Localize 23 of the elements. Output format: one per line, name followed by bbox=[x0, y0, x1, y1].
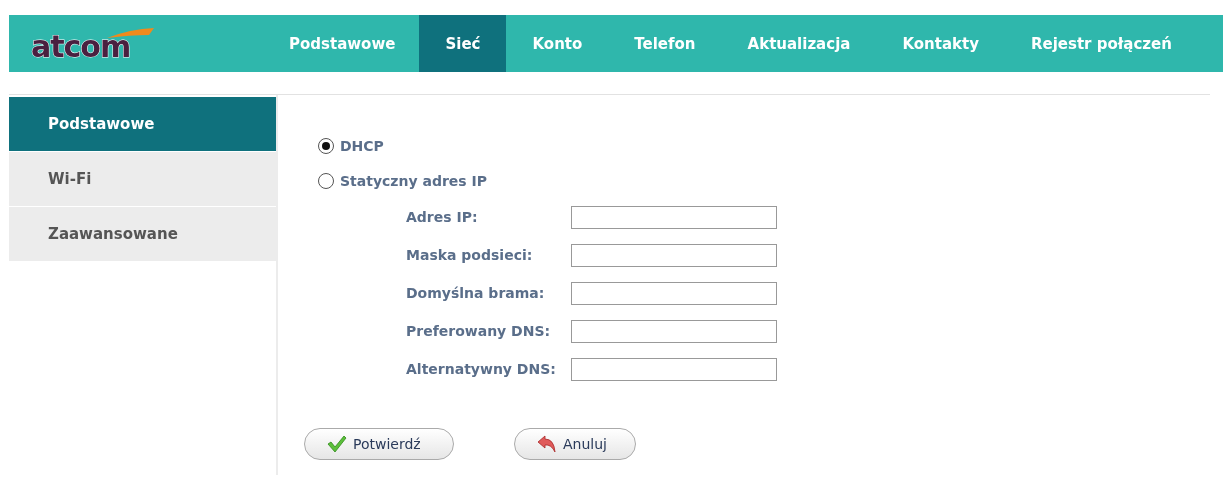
nav-tab[interactable]: Sieć bbox=[419, 15, 507, 72]
confirm-button[interactable]: Potwierdź bbox=[304, 428, 454, 460]
cancel-button[interactable]: Anuluj bbox=[514, 428, 636, 460]
field-label: Adres IP: bbox=[406, 209, 479, 225]
sidebar-item[interactable]: Wi-Fi bbox=[9, 152, 276, 206]
logo: atcom bbox=[31, 23, 161, 64]
input-field[interactable] bbox=[571, 205, 777, 229]
radio-button[interactable] bbox=[318, 172, 334, 189]
input-field[interactable] bbox=[571, 243, 777, 267]
input-field[interactable] bbox=[571, 357, 777, 381]
field-label: Preferowany DNS: bbox=[406, 323, 552, 339]
field-label: Alternatywny DNS: bbox=[406, 361, 557, 377]
radio-label: DHCP bbox=[340, 137, 384, 154]
input-field[interactable] bbox=[571, 319, 777, 343]
input-field[interactable] bbox=[571, 281, 777, 305]
radio-label: Statyczny adres IP bbox=[340, 172, 487, 189]
sidebar-item[interactable]: Podstawowe bbox=[9, 97, 276, 151]
field-label: Maska podsieci: bbox=[406, 247, 534, 263]
checkmark-icon bbox=[327, 435, 347, 453]
radio-button[interactable] bbox=[318, 137, 334, 154]
sidebar-item[interactable]: Zaawansowane bbox=[9, 207, 276, 261]
undo-arrow-icon bbox=[537, 435, 557, 453]
field-label: Domyślna brama: bbox=[406, 285, 546, 301]
